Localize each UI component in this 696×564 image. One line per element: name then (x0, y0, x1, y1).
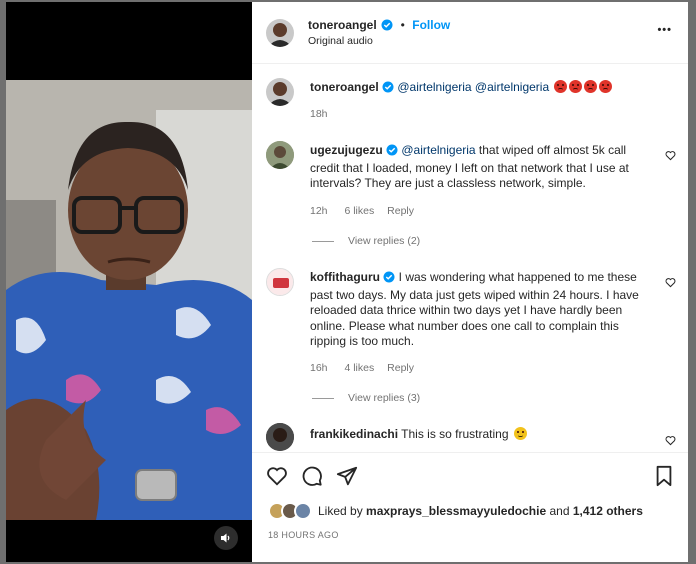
share-icon (336, 466, 358, 486)
comment-meta: 12h 6 likes Reply (310, 205, 414, 217)
verified-icon (383, 271, 395, 288)
liked-by-user[interactable]: maxprays_blessmayyuledochie (366, 504, 546, 518)
bookmark-icon (656, 465, 672, 487)
heart-icon (665, 436, 676, 446)
comment-text: intervals? They are just a classless net… (310, 176, 586, 190)
avatar (294, 502, 312, 520)
video-person-illustration (6, 80, 252, 520)
separator-dot: • (400, 18, 405, 32)
post-side-panel: toneroangel • Follow Original audio ••• … (252, 2, 688, 562)
caption-mention[interactable]: @airtelnigeria (397, 80, 471, 94)
heart-icon (267, 467, 287, 486)
liked-by-avatars (268, 502, 314, 520)
author-line: toneroangel • Follow (308, 16, 450, 36)
more-options-button[interactable]: ••• (657, 24, 672, 36)
comment-like-button[interactable] (665, 148, 676, 166)
liked-by-others[interactable]: 1,412 others (573, 504, 643, 518)
view-replies-button[interactable]: View replies (3) (312, 392, 420, 404)
reply-button[interactable]: Reply (387, 362, 414, 374)
comment-likes[interactable]: 6 likes (344, 205, 374, 217)
divider-line (312, 240, 334, 242)
comment-mention[interactable]: @airtelnigeria (401, 143, 475, 157)
heart-icon (665, 151, 676, 161)
comment-time: 16h (310, 362, 328, 374)
comment-text: past two days. My data just gets wiped w… (310, 287, 639, 302)
angry-emoji-icon (569, 80, 583, 93)
comment-meta: 16h 4 likes Reply (310, 362, 414, 374)
comment-body: frankikedinachi This is so frustrating (310, 427, 650, 443)
video-frame (6, 80, 252, 520)
comment-avatar[interactable] (266, 141, 294, 169)
sad-emoji-icon (513, 427, 527, 440)
comment-avatar[interactable] (266, 423, 294, 451)
comment-like-button[interactable] (665, 275, 676, 293)
reply-button[interactable]: Reply (387, 205, 414, 217)
page-background: toneroangel • Follow Original audio ••• … (0, 0, 696, 564)
comment-text: I was wondering what happened to me thes… (395, 270, 637, 284)
caption-username[interactable]: toneroangel (310, 80, 379, 94)
author-username[interactable]: toneroangel (308, 18, 377, 32)
share-button[interactable] (336, 465, 358, 492)
follow-button[interactable]: Follow (412, 18, 450, 32)
post-actions: Liked by maxprays_blessmayyuledochie and… (252, 452, 688, 562)
caption-text: toneroangel @airtelnigeria @airtelnigeri… (310, 80, 613, 98)
reel-video[interactable] (6, 2, 252, 562)
view-replies-label: View replies (3) (348, 392, 421, 404)
comment-username[interactable]: ugezujugezu (310, 143, 383, 157)
audio-link[interactable]: Original audio (308, 35, 373, 47)
like-button[interactable] (266, 465, 288, 492)
comment-like-button[interactable] (665, 433, 676, 451)
view-replies-label: View replies (2) (348, 235, 421, 247)
caption-avatar[interactable] (266, 78, 294, 106)
liked-by-prefix: Liked by (318, 504, 367, 518)
divider-line (312, 397, 334, 399)
comment-text: online. Please what number does one call… (310, 318, 619, 333)
verified-icon (381, 18, 393, 36)
comment-button[interactable] (301, 465, 323, 492)
comment-username[interactable]: koffithaguru (310, 270, 380, 284)
author-avatar[interactable] (266, 19, 294, 47)
heart-icon (665, 278, 676, 288)
comment-text: reloaded data thrice within two days yet… (310, 303, 623, 317)
mute-button[interactable] (214, 526, 238, 550)
comment-body: ugezujugezu @airtelnigeria that wiped of… (310, 143, 650, 192)
liked-by-and: and (546, 504, 573, 518)
comment-body: koffithaguru I was wondering what happen… (310, 270, 680, 350)
liked-by-line: Liked by maxprays_blessmayyuledochie and… (318, 504, 643, 520)
save-button[interactable] (654, 465, 674, 492)
comment-icon (302, 466, 322, 486)
post-header: toneroangel • Follow Original audio ••• (252, 2, 688, 64)
comment-text: credit that I loaded, money I left on th… (310, 160, 629, 175)
comment-likes[interactable]: 4 likes (344, 362, 374, 374)
angry-emoji-icon (584, 80, 598, 93)
caption-mention[interactable]: @airtelnigeria (475, 80, 549, 94)
angry-emoji-icon (554, 80, 568, 93)
caption-time: 18h (310, 108, 328, 120)
comment-time: 12h (310, 205, 328, 217)
comment-text: ripping is too much. (310, 334, 415, 348)
verified-icon (386, 144, 398, 161)
comment-text: that wiped off almost 5k call (475, 143, 627, 157)
comment-username[interactable]: frankikedinachi (310, 427, 398, 441)
angry-emoji-icon (599, 80, 613, 93)
view-replies-button[interactable]: View replies (2) (312, 235, 420, 247)
post-timestamp: 18 HOURS AGO (268, 530, 339, 540)
comment-avatar[interactable] (266, 268, 294, 296)
comment-text: This is so frustrating (398, 427, 509, 441)
mute-icon (221, 533, 230, 543)
verified-icon (382, 81, 394, 98)
more-icon: ••• (657, 24, 672, 36)
